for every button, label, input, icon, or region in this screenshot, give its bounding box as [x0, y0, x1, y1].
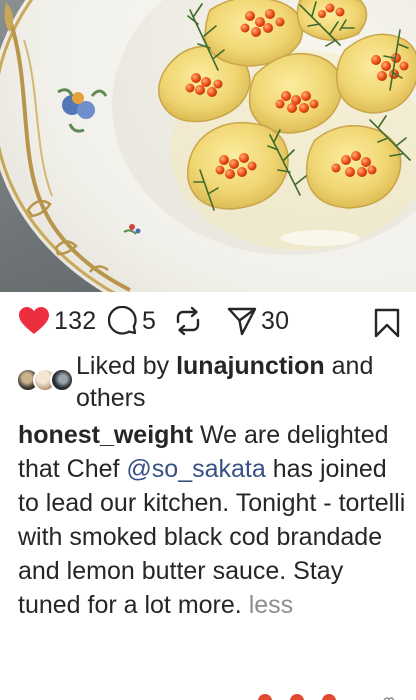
- comment-count: 5: [142, 306, 157, 335]
- like-count: 132: [54, 306, 97, 335]
- liked-by-username[interactable]: lunajunction: [176, 352, 325, 380]
- tortelli-plate-image: [0, 0, 416, 292]
- comment-button[interactable]: 5: [108, 302, 156, 340]
- save-button[interactable]: [374, 304, 400, 342]
- next-row-peek: [258, 690, 348, 700]
- send-icon: [227, 306, 257, 336]
- post-photo[interactable]: [0, 0, 416, 292]
- heart-icon: [18, 306, 50, 336]
- avatar: [50, 368, 74, 392]
- repost-icon: [172, 306, 204, 336]
- liker-avatars: [16, 368, 74, 392]
- caption-less-link[interactable]: less: [249, 591, 293, 619]
- share-button[interactable]: 30: [227, 302, 289, 340]
- caption-username[interactable]: honest_weight: [18, 421, 193, 449]
- liked-by-prefix: Liked by: [76, 352, 170, 380]
- like-button[interactable]: 132: [18, 302, 96, 340]
- heart-outline-icon[interactable]: [382, 692, 396, 700]
- share-count: 30: [261, 306, 290, 335]
- bookmark-icon: [374, 308, 400, 338]
- repost-button[interactable]: [172, 302, 204, 340]
- comment-bubble-icon: [108, 306, 138, 336]
- caption-mention[interactable]: @so_sakata: [126, 455, 265, 483]
- liked-by-text: Liked by lunajunction and others: [76, 350, 406, 414]
- post-action-bar: 132 5 30: [0, 292, 416, 350]
- post-caption: honest_weight We are delighted that Chef…: [18, 418, 408, 622]
- liked-by-row[interactable]: Liked by lunajunction and others: [16, 350, 408, 416]
